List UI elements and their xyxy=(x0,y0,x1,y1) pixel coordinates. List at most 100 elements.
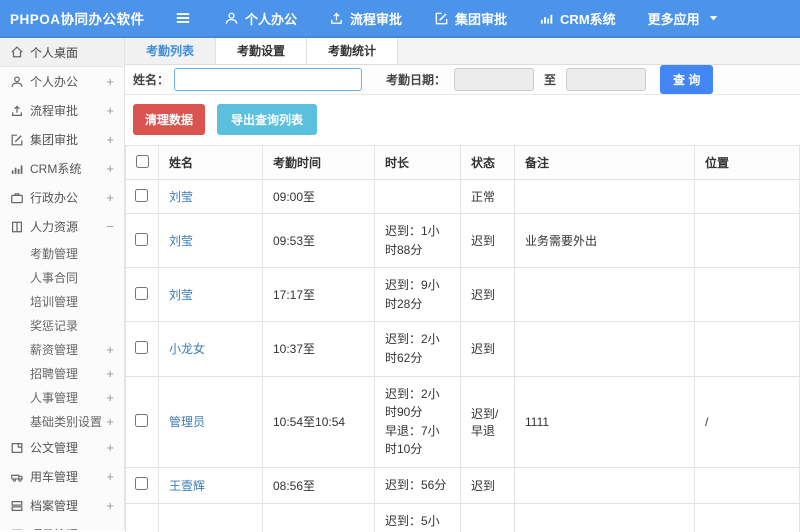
expander-icon[interactable]: + xyxy=(106,390,124,405)
share-icon xyxy=(329,11,344,26)
body-row: 个人桌面 个人办公 + 流程审批 + 集团审批 + CRM系统 + 行政办公 +… xyxy=(0,38,800,532)
expander-icon[interactable]: + xyxy=(106,366,124,381)
attendance-time-cell: 17:17至 xyxy=(262,267,375,323)
column-header-姓名: 姓名 xyxy=(158,145,263,180)
expander-icon[interactable]: + xyxy=(106,498,124,513)
app-window: PHPOA协同办公软件 个人办公 流程审批 集团审批 CRM系统 更多应用 个人… xyxy=(0,0,800,532)
column-header-考勤时间: 考勤时间 xyxy=(262,145,375,180)
location-cell xyxy=(694,321,800,377)
employee-name-link[interactable]: 小龙女 xyxy=(169,342,205,356)
row-checkbox[interactable] xyxy=(135,477,148,491)
sidebar-item-行政办公[interactable]: 行政办公 + xyxy=(0,183,124,212)
row-checkbox[interactable] xyxy=(135,286,148,300)
search-button[interactable]: 查 询 xyxy=(660,65,714,94)
date-filter-label: 考勤日期： xyxy=(386,73,447,87)
row-checkbox[interactable] xyxy=(135,340,148,354)
expander-icon[interactable]: + xyxy=(106,74,124,89)
row-checkbox[interactable] xyxy=(135,232,148,246)
row-checkbox[interactable] xyxy=(135,188,148,202)
main-content: 考勤列表 考勤设置 考勤统计 姓名： 考勤日期： 至 查 询 清理数据 导出查询… xyxy=(125,38,800,532)
sidebar-item-奖惩记录[interactable]: 奖惩记录 xyxy=(0,313,124,337)
sidebar-item-流程审批[interactable]: 流程审批 + xyxy=(0,96,124,125)
date-to-label: 至 xyxy=(544,73,557,87)
expander-icon[interactable]: + xyxy=(106,103,124,118)
sidebar-item-用车管理[interactable]: 用车管理 + xyxy=(0,462,124,491)
table-row: 黄蓉 13:20至13:20 迟到：5小时33分 早退：4小时67分 迟到/早退… xyxy=(125,502,800,532)
table-row: 刘莹 17:17至 迟到：9小时28分 迟到 xyxy=(125,267,800,323)
sidebar-item-人事管理[interactable]: 人事管理 + xyxy=(0,385,124,409)
note-cell xyxy=(514,179,695,214)
car-icon xyxy=(10,470,24,484)
tab-考勤设置[interactable]: 考勤设置 xyxy=(216,38,308,64)
sidebar-item-人事合同[interactable]: 人事合同 xyxy=(0,265,124,289)
attendance-time-cell: 09:00至 xyxy=(262,179,375,214)
employee-name-link[interactable]: 刘莹 xyxy=(169,288,193,302)
top-nav-item-更多应用[interactable]: 更多应用 xyxy=(648,9,721,28)
top-nav-item-CRM系统[interactable]: CRM系统 xyxy=(539,9,616,28)
expander-icon[interactable]: + xyxy=(106,527,124,530)
column-header-时长: 时长 xyxy=(374,145,461,180)
sidebar-item-基础类别设置[interactable]: 基础类别设置 + xyxy=(0,409,124,433)
select-all-checkbox[interactable] xyxy=(136,154,149,168)
project-icon xyxy=(10,528,24,530)
sidebar-item-档案管理[interactable]: 档案管理 + xyxy=(0,491,124,520)
table-row: 管理员 10:54至10:54 迟到：2小时90分 早退：7小时10分 迟到/早… xyxy=(125,375,800,468)
sidebar-item-培训管理[interactable]: 培训管理 xyxy=(0,289,124,313)
location-cell xyxy=(694,267,800,323)
name-filter-input[interactable] xyxy=(174,68,363,91)
row-checkbox[interactable] xyxy=(135,413,148,427)
date-to-input[interactable] xyxy=(566,68,647,91)
expander-icon[interactable]: + xyxy=(106,342,124,357)
sidebar-item-个人桌面[interactable]: 个人桌面 xyxy=(0,38,124,67)
location-cell: / xyxy=(694,502,800,532)
export-list-button[interactable]: 导出查询列表 xyxy=(217,104,318,135)
employee-name-link[interactable]: 王壹辉 xyxy=(169,479,205,493)
expander-icon[interactable]: − xyxy=(106,219,124,234)
sidebar-item-个人办公[interactable]: 个人办公 + xyxy=(0,67,124,96)
sidebar-item-CRM系统[interactable]: CRM系统 + xyxy=(0,154,124,183)
sidebar-item-公文管理[interactable]: 公文管理 + xyxy=(0,433,124,462)
expander-icon[interactable]: + xyxy=(106,190,124,205)
date-from-input[interactable] xyxy=(454,68,535,91)
column-header-位置: 位置 xyxy=(694,145,800,180)
note-cell: 1111 xyxy=(514,375,695,468)
sidebar-item-集团审批[interactable]: 集团审批 + xyxy=(0,125,124,154)
status-cell: 迟到 xyxy=(460,321,515,377)
table-row: 王壹辉 08:56至 迟到：56分 迟到 xyxy=(125,466,800,504)
note-cell xyxy=(514,502,695,532)
top-header: PHPOA协同办公软件 个人办公 流程审批 集团审批 CRM系统 更多应用 xyxy=(0,0,800,38)
employee-name-link[interactable]: 管理员 xyxy=(169,415,205,429)
top-nav-item-个人办公[interactable]: 个人办公 xyxy=(224,9,297,28)
top-nav-item-流程审批[interactable]: 流程审批 xyxy=(329,9,402,28)
doc-icon xyxy=(10,441,24,455)
clean-data-button[interactable]: 清理数据 xyxy=(133,104,206,135)
note-cell: 业务需要外出 xyxy=(514,212,695,269)
expander-icon[interactable]: + xyxy=(106,440,124,455)
top-nav-item-集团审批[interactable]: 集团审批 xyxy=(434,9,507,28)
sidebar-item-人力资源[interactable]: 人力资源 − xyxy=(0,212,124,241)
archive-icon xyxy=(10,499,24,513)
expander-icon[interactable]: + xyxy=(106,161,124,176)
expander-icon[interactable]: + xyxy=(106,469,124,484)
hamburger-menu-icon[interactable] xyxy=(174,9,192,27)
status-cell: 迟到/早退 xyxy=(460,375,515,468)
sidebar-item-项目管理[interactable]: 项目管理 + xyxy=(0,520,124,530)
sidebar-item-考勤管理[interactable]: 考勤管理 xyxy=(0,241,124,265)
tab-考勤统计[interactable]: 考勤统计 xyxy=(307,38,399,64)
duration-cell: 迟到：1小时88分 xyxy=(374,212,461,269)
attendance-time-cell: 10:37至 xyxy=(262,321,375,377)
tab-考勤列表[interactable]: 考勤列表 xyxy=(125,38,217,64)
attendance-time-cell: 10:54至10:54 xyxy=(262,375,375,468)
expander-icon[interactable]: + xyxy=(106,132,124,147)
status-cell: 迟到 xyxy=(460,212,515,269)
sidebar-item-招聘管理[interactable]: 招聘管理 + xyxy=(0,361,124,385)
employee-name-link[interactable]: 刘莹 xyxy=(169,234,193,248)
top-nav: 个人办公 流程审批 集团审批 CRM系统 更多应用 xyxy=(192,9,721,28)
app-logo[interactable]: PHPOA协同办公软件 xyxy=(0,8,160,28)
expander-icon[interactable]: + xyxy=(106,414,124,429)
employee-name-link[interactable]: 刘莹 xyxy=(169,190,193,204)
sidebar-item-薪资管理[interactable]: 薪资管理 + xyxy=(0,337,124,361)
duration-cell: 迟到：2小时62分 xyxy=(374,321,461,377)
filter-bar: 姓名： 考勤日期： 至 查 询 xyxy=(125,65,800,95)
tab-strip: 考勤列表 考勤设置 考勤统计 xyxy=(125,38,800,65)
